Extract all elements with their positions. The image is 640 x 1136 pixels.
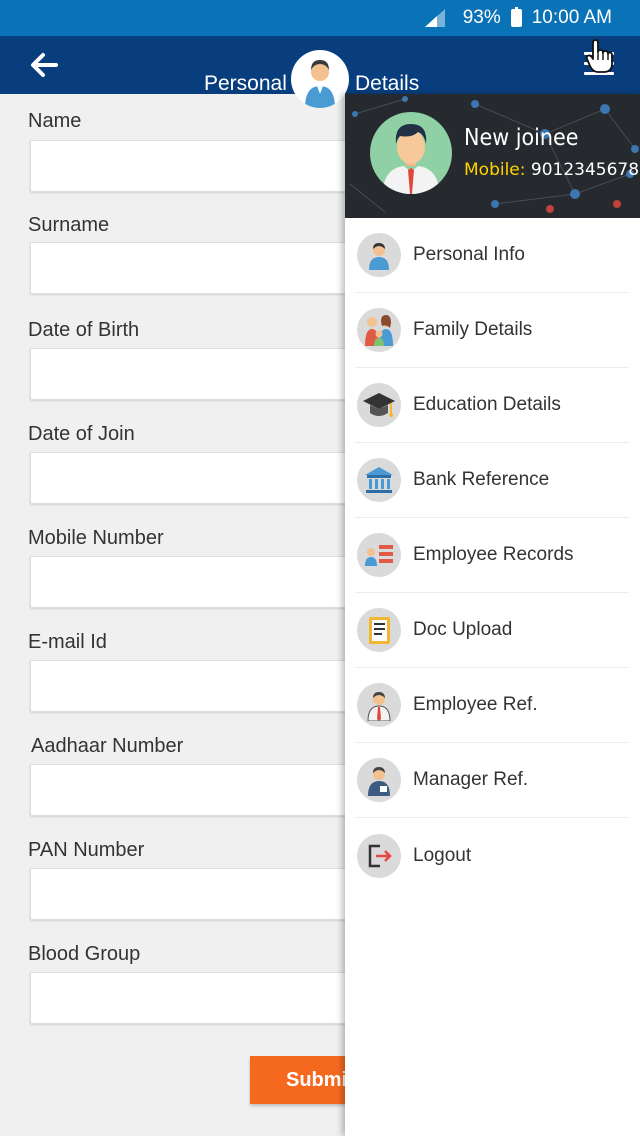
arrow-left-icon bbox=[31, 53, 58, 77]
doj-field[interactable] bbox=[30, 452, 360, 504]
family-icon bbox=[357, 308, 401, 352]
mobile-label: Mobile Number bbox=[28, 527, 164, 549]
menu-item-bank-reference[interactable]: Bank Reference bbox=[355, 443, 629, 518]
user-avatar bbox=[370, 112, 452, 194]
user-name: New joinee bbox=[464, 125, 579, 151]
logout-icon bbox=[357, 833, 401, 878]
aadhaar-label: Aadhaar Number bbox=[31, 735, 184, 757]
menu-item-employee-ref[interactable]: Employee Ref. bbox=[355, 668, 629, 743]
battery-percent: 93% bbox=[462, 7, 501, 28]
surname-field[interactable] bbox=[30, 242, 360, 294]
pan-field[interactable] bbox=[30, 868, 360, 920]
doj-label: Date of Join bbox=[28, 423, 135, 445]
graduation-cap-icon bbox=[357, 383, 401, 427]
email-label: E-mail Id bbox=[28, 631, 107, 653]
blood-group-label: Blood Group bbox=[28, 943, 141, 965]
pan-label: PAN Number bbox=[28, 839, 145, 861]
records-icon bbox=[357, 533, 401, 577]
mobile-number: 9012345678 bbox=[530, 160, 640, 180]
drawer-menu: Personal Info Family Details Education D… bbox=[355, 218, 629, 893]
menu-item-employee-records[interactable]: Employee Records bbox=[355, 518, 629, 593]
name-field[interactable] bbox=[30, 140, 360, 192]
app-bar: Personal Details bbox=[0, 36, 640, 108]
menu-item-label: Employee Records bbox=[413, 544, 574, 565]
title-left: Personal bbox=[204, 72, 287, 95]
menu-item-manager-ref[interactable]: Manager Ref. bbox=[355, 743, 629, 818]
drawer-header: New joinee Mobile: 9012345678 bbox=[345, 94, 640, 218]
person-icon bbox=[305, 60, 335, 108]
menu-item-logout[interactable]: Logout bbox=[355, 818, 629, 893]
mobile-field[interactable] bbox=[30, 556, 360, 608]
menu-item-label: Employee Ref. bbox=[413, 694, 538, 715]
person-icon bbox=[357, 233, 401, 277]
menu-item-label: Personal Info bbox=[413, 244, 525, 265]
menu-item-education-details[interactable]: Education Details bbox=[355, 368, 629, 443]
surname-label: Surname bbox=[28, 214, 110, 236]
document-icon bbox=[357, 608, 401, 652]
clock: 10:00 AM bbox=[531, 7, 612, 28]
dob-label: Date of Birth bbox=[28, 319, 140, 341]
person-icon bbox=[382, 124, 440, 194]
mobile-caption: Mobile: bbox=[464, 160, 526, 180]
menu-item-personal-info[interactable]: Personal Info bbox=[355, 218, 629, 293]
menu-item-label: Logout bbox=[413, 844, 472, 866]
menu-item-family-details[interactable]: Family Details bbox=[355, 293, 629, 368]
hand-pointer-icon bbox=[584, 38, 616, 74]
blood-group-field[interactable] bbox=[30, 972, 360, 1024]
back-button[interactable] bbox=[26, 48, 66, 82]
battery-icon bbox=[510, 7, 522, 27]
title-right: Details bbox=[355, 72, 420, 95]
navigation-drawer: New joinee Mobile: 9012345678 Personal I… bbox=[345, 94, 640, 1136]
user-mobile: Mobile: 9012345678 bbox=[464, 160, 639, 180]
menu-item-doc-upload[interactable]: Doc Upload bbox=[355, 593, 629, 668]
status-bar: 93% 10:00 AM bbox=[0, 0, 640, 36]
aadhaar-field[interactable] bbox=[30, 764, 360, 816]
menu-item-label: Manager Ref. bbox=[413, 769, 529, 790]
signal-icon bbox=[424, 9, 445, 27]
menu-item-label: Education Details bbox=[413, 394, 561, 415]
menu-item-label: Family Details bbox=[413, 319, 533, 340]
manager-icon bbox=[357, 758, 401, 802]
menu-item-label: Bank Reference bbox=[413, 469, 550, 490]
employee-icon bbox=[357, 683, 401, 727]
name-label: Name bbox=[28, 110, 82, 132]
bank-icon bbox=[357, 458, 401, 502]
email-field[interactable] bbox=[30, 660, 360, 712]
menu-item-label: Doc Upload bbox=[413, 619, 513, 640]
avatar bbox=[291, 50, 349, 108]
dob-field[interactable] bbox=[30, 348, 360, 400]
